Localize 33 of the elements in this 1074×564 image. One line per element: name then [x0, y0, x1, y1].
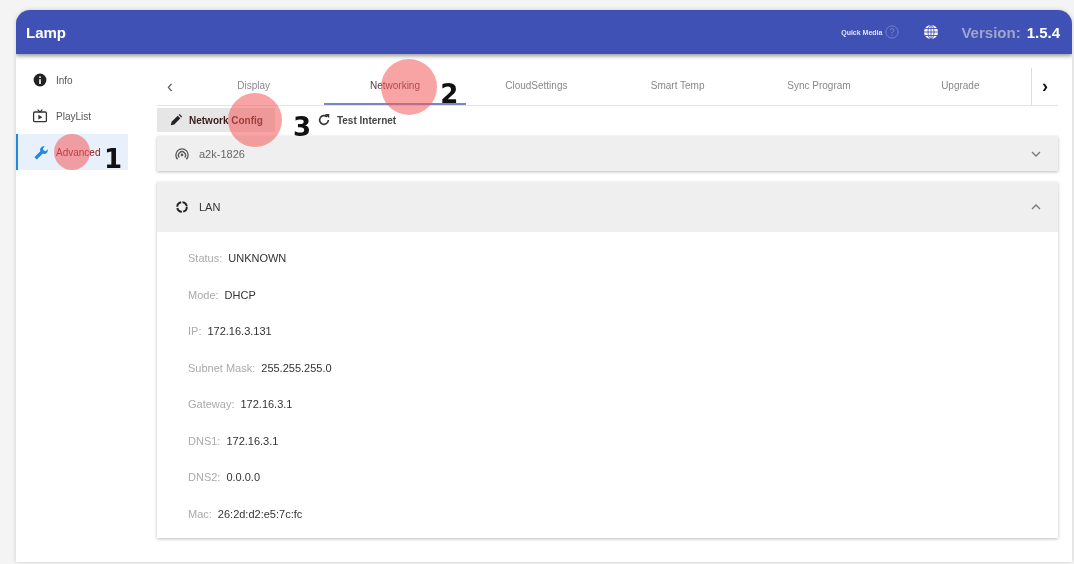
field-value: 26:2d:d2:e5:7c:fc [217, 507, 303, 520]
sidebar-item[interactable]: PlayList [16, 98, 128, 134]
tab[interactable]: Upgrade [889, 68, 1031, 105]
field-label: Gateway: [188, 398, 235, 411]
next-tab-button[interactable]: › [1030, 68, 1058, 105]
field-label: DNS1: [188, 434, 221, 447]
version-number: 1.5.4 [1026, 23, 1060, 41]
field-label: Status: [188, 252, 223, 265]
sidebar-item[interactable]: Info [16, 62, 128, 98]
toolbar-button[interactable]: Network Config [157, 108, 275, 132]
field-value: 255.255.255.0 [261, 361, 332, 374]
field-label: Mac: [188, 507, 212, 520]
panel-header[interactable]: LAN [157, 182, 1058, 232]
previous-tab-button[interactable]: ‹ [157, 68, 183, 105]
tab[interactable]: CloudSettings [465, 68, 607, 105]
step-number: 1 [104, 146, 123, 172]
tab[interactable]: Display [183, 68, 325, 105]
field-label: DNS2: [188, 471, 221, 484]
field-label: IP: [188, 325, 202, 338]
field-label: Subnet Mask: [188, 361, 256, 374]
app-title: Lamp [26, 23, 67, 41]
field-label: Mode: [188, 288, 219, 301]
field-value: 0.0.0.0 [226, 471, 261, 484]
field-value: UNKNOWN [228, 252, 287, 265]
step-number: 2 [440, 80, 459, 107]
field-value: DHCP [224, 288, 256, 301]
tab[interactable]: Sync Program [748, 68, 890, 105]
field-value: 172.16.3.1 [226, 434, 279, 447]
field-value: 172.16.3.131 [207, 325, 272, 338]
tab[interactable]: Smart Temp [607, 68, 749, 105]
version-label: Version: [961, 23, 1021, 41]
panel-header[interactable]: a2k-1826 [157, 136, 1058, 171]
field-value: 172.16.3.1 [240, 398, 293, 411]
